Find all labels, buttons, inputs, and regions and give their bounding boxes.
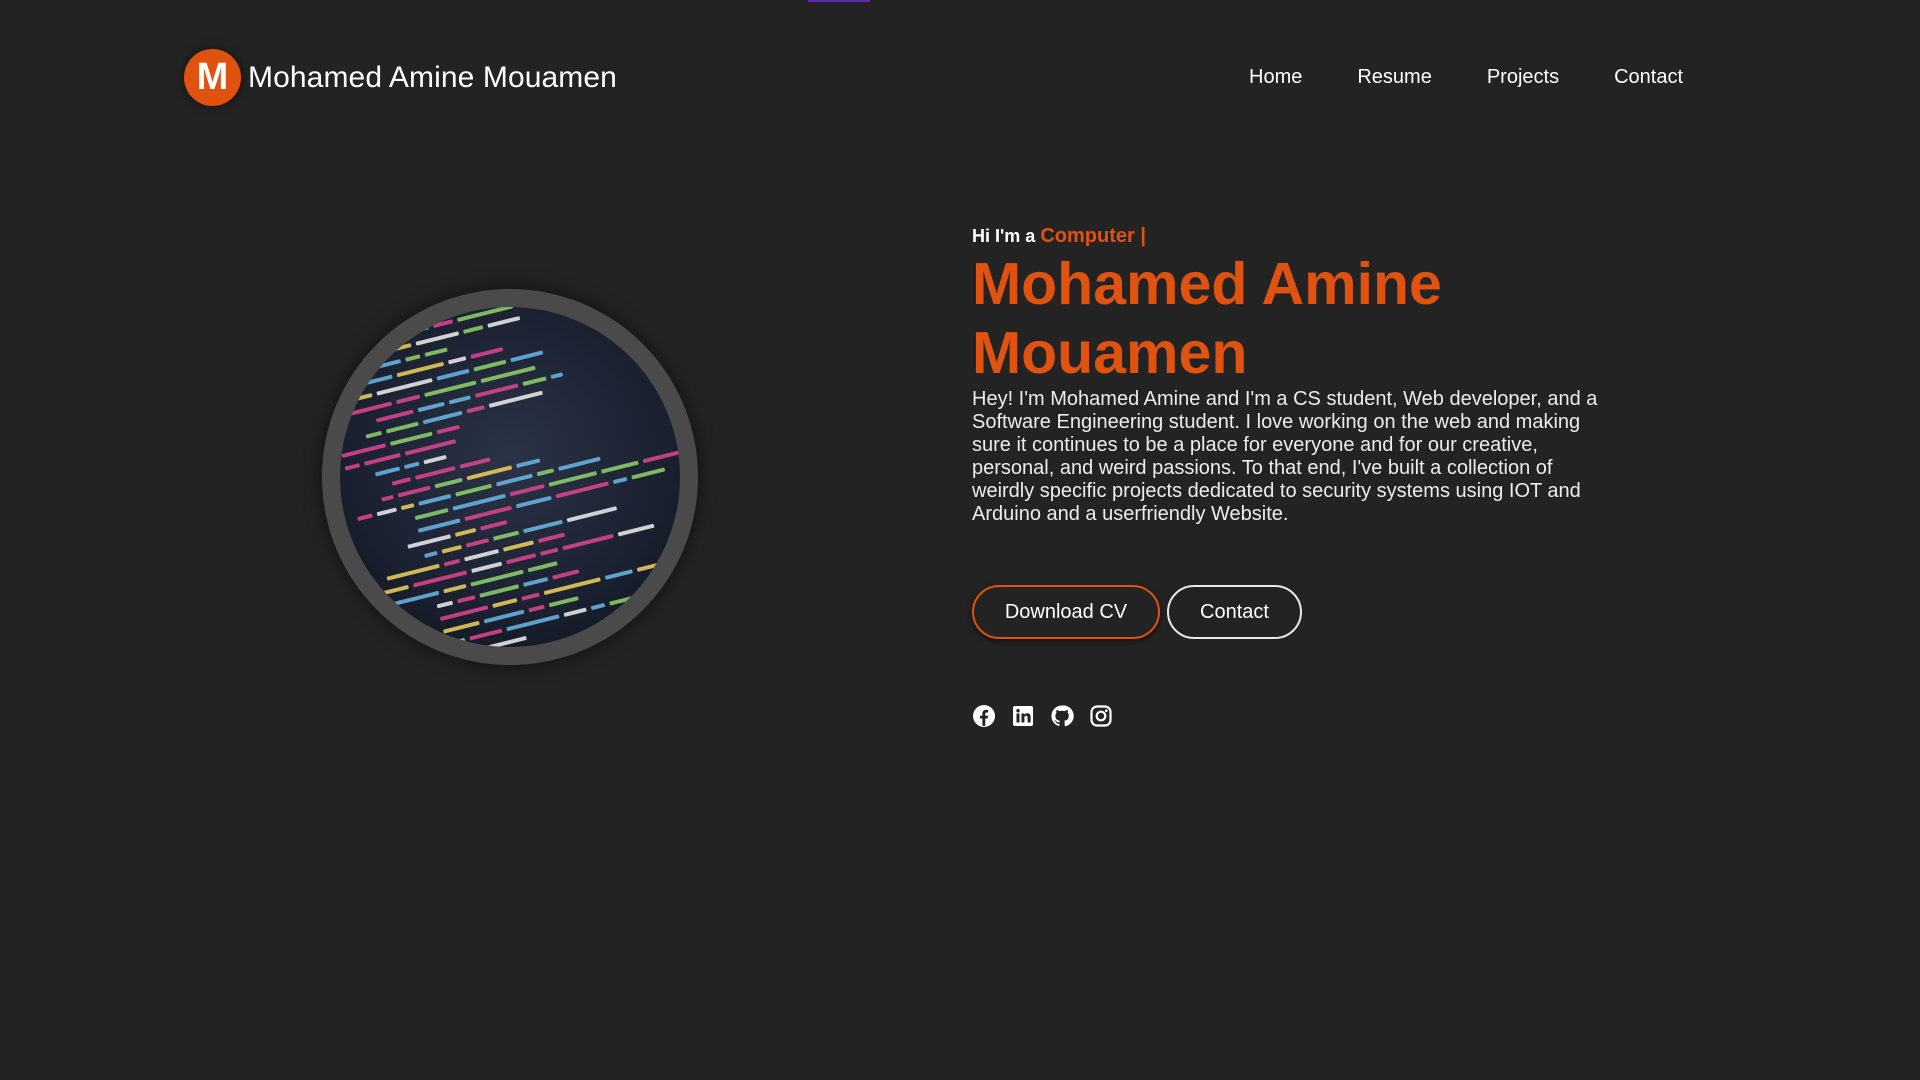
nav-home[interactable]: Home <box>1249 66 1302 89</box>
greeting-text: Hi I'm a <box>972 226 1036 246</box>
main-nav: Home Resume Projects Contact <box>1249 66 1683 89</box>
nav-resume[interactable]: Resume <box>1357 66 1431 89</box>
nav-projects[interactable]: Projects <box>1487 66 1559 89</box>
greeting-line: Hi I'm a Computer | <box>972 224 1612 248</box>
navbar: M Mohamed Amine Mouamen Home Resume Proj… <box>0 0 1920 156</box>
contact-button[interactable]: Contact <box>1167 585 1302 639</box>
logo-icon: M <box>184 49 241 106</box>
hero-actions: Download CV Contact <box>972 585 1302 639</box>
social-links <box>972 704 1128 728</box>
hero-bio: Hey! I'm Mohamed Amine and I'm a CS stud… <box>972 388 1598 525</box>
download-cv-button[interactable]: Download CV <box>972 585 1160 639</box>
typed-role-text: Computer | <box>1040 225 1146 247</box>
hero-name: Mohamed Amine Mouamen <box>972 251 1442 386</box>
nav-contact[interactable]: Contact <box>1614 66 1683 89</box>
hero-code-image <box>322 289 698 665</box>
instagram-icon[interactable] <box>1089 704 1113 728</box>
brand-link[interactable]: M Mohamed Amine Mouamen <box>184 49 617 106</box>
brand-name: Mohamed Amine Mouamen <box>248 60 617 94</box>
linkedin-icon[interactable] <box>1011 704 1035 728</box>
hero-intro: Hi I'm a Computer | Mohamed Amine Mouame… <box>972 224 1612 526</box>
facebook-icon[interactable] <box>972 704 996 728</box>
github-icon[interactable] <box>1050 704 1074 728</box>
